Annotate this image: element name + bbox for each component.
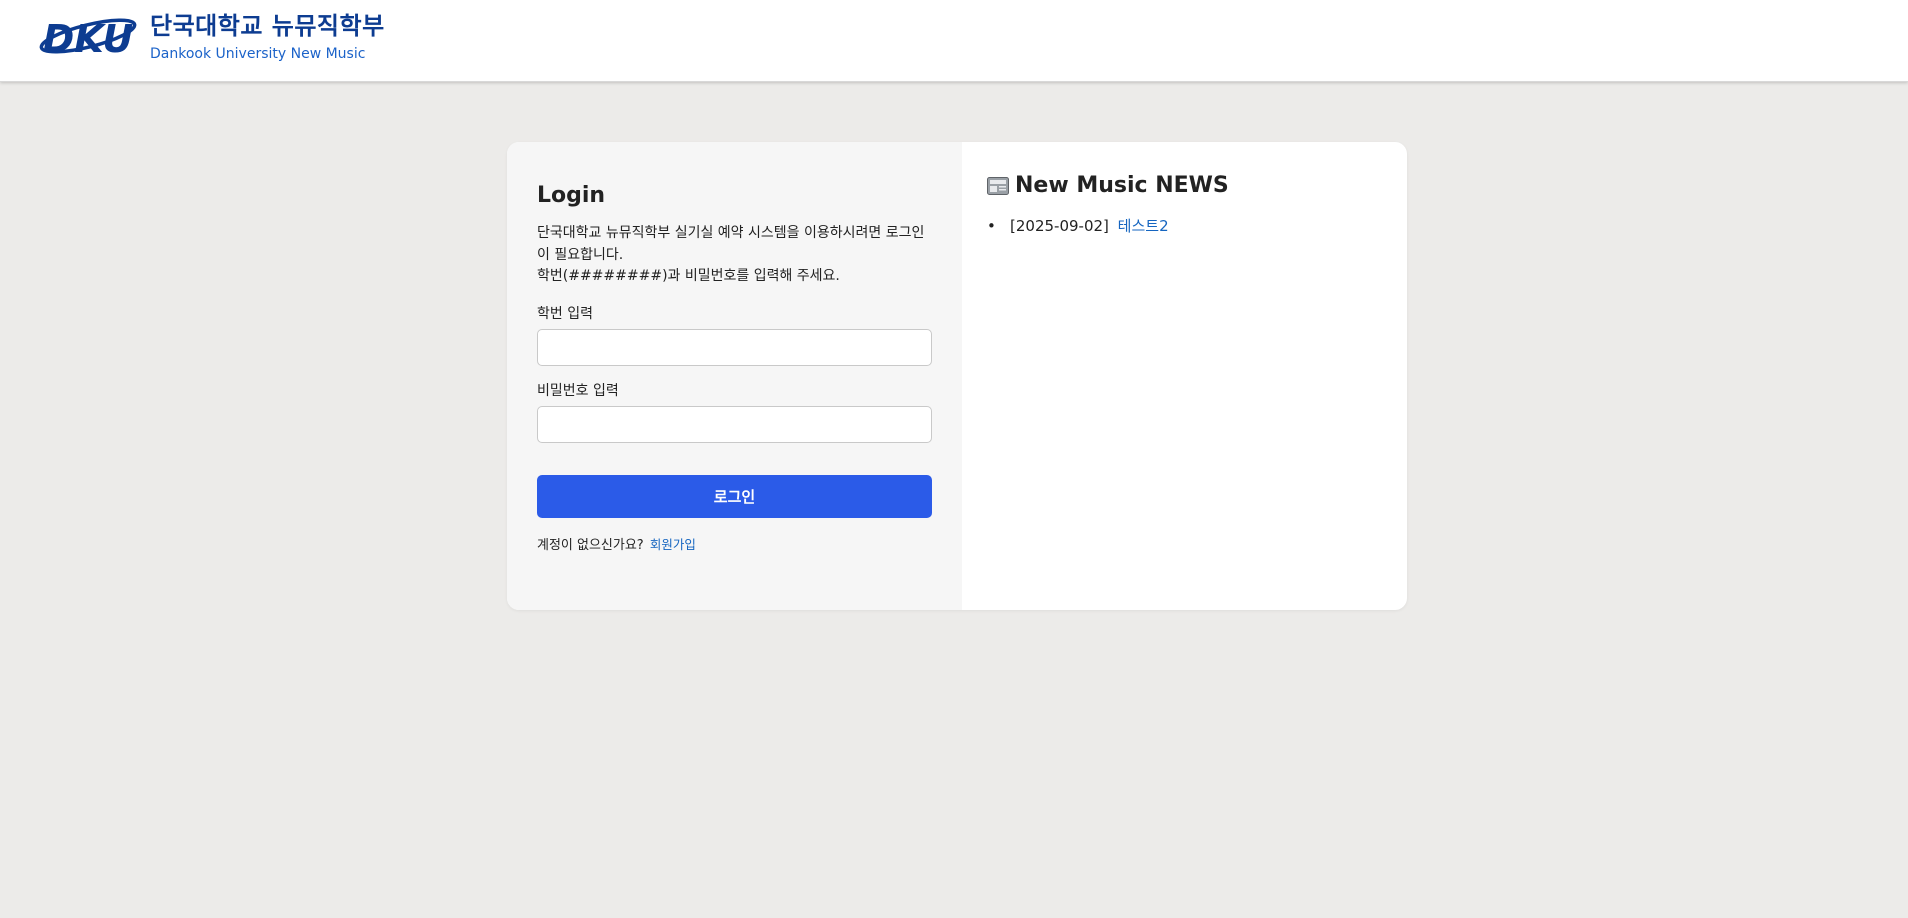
signup-row: 계정이 없으신가요? 회원가입 (537, 536, 932, 555)
news-list: [2025-09-02] 테스트2 (987, 216, 1387, 236)
signup-prompt: 계정이 없으신가요? (537, 537, 644, 553)
brand: 단국대학교 뉴뮤직학부 Dankook University New Music (150, 12, 385, 62)
student-id-label: 학번 입력 (537, 305, 593, 322)
newspaper-icon (987, 177, 1009, 195)
news-item: [2025-09-02] 테스트2 (987, 216, 1387, 236)
svg-text:DKU: DKU (43, 17, 134, 60)
news-title: New Music NEWS (1015, 173, 1229, 198)
login-description-line1: 단국대학교 뉴뮤직학부 실기실 예약 시스템을 이용하시려면 로그인이 필요합니… (537, 225, 925, 263)
news-item-link[interactable]: 테스트2 (1118, 217, 1169, 235)
main-card: Login 단국대학교 뉴뮤직학부 실기실 예약 시스템을 이용하시려면 로그인… (507, 142, 1407, 610)
student-id-input[interactable] (537, 328, 932, 366)
brand-title-ko: 단국대학교 뉴뮤직학부 (150, 12, 385, 40)
login-title: Login (537, 183, 606, 208)
news-item-date: [2025-09-02] (1010, 217, 1109, 235)
dku-logo-icon: DKU (39, 17, 137, 60)
brand-title-en: Dankook University New Music (150, 46, 366, 62)
password-input[interactable] (537, 405, 932, 443)
login-description: 단국대학교 뉴뮤직학부 실기실 예약 시스템을 이용하시려면 로그인이 필요합니… (537, 223, 932, 288)
login-button[interactable]: 로그인 (537, 474, 932, 518)
password-label: 비밀번호 입력 (537, 382, 619, 399)
signup-link[interactable]: 회원가입 (650, 537, 696, 552)
login-form: Login 단국대학교 뉴뮤직학부 실기실 예약 시스템을 이용하시려면 로그인… (537, 182, 932, 555)
login-panel: Login 단국대학교 뉴뮤직학부 실기실 예약 시스템을 이용하시려면 로그인… (507, 142, 962, 610)
site-header: DKU 단국대학교 뉴뮤직학부 Dankook University New M… (0, 0, 1908, 82)
news-heading: New Music NEWS (987, 172, 1387, 200)
login-description-line2: 학번(########)과 비밀번호를 입력해 주세요. (537, 268, 840, 284)
news-panel: New Music NEWS [2025-09-02] 테스트2 (987, 172, 1387, 236)
dku-logo[interactable]: DKU (38, 12, 138, 60)
